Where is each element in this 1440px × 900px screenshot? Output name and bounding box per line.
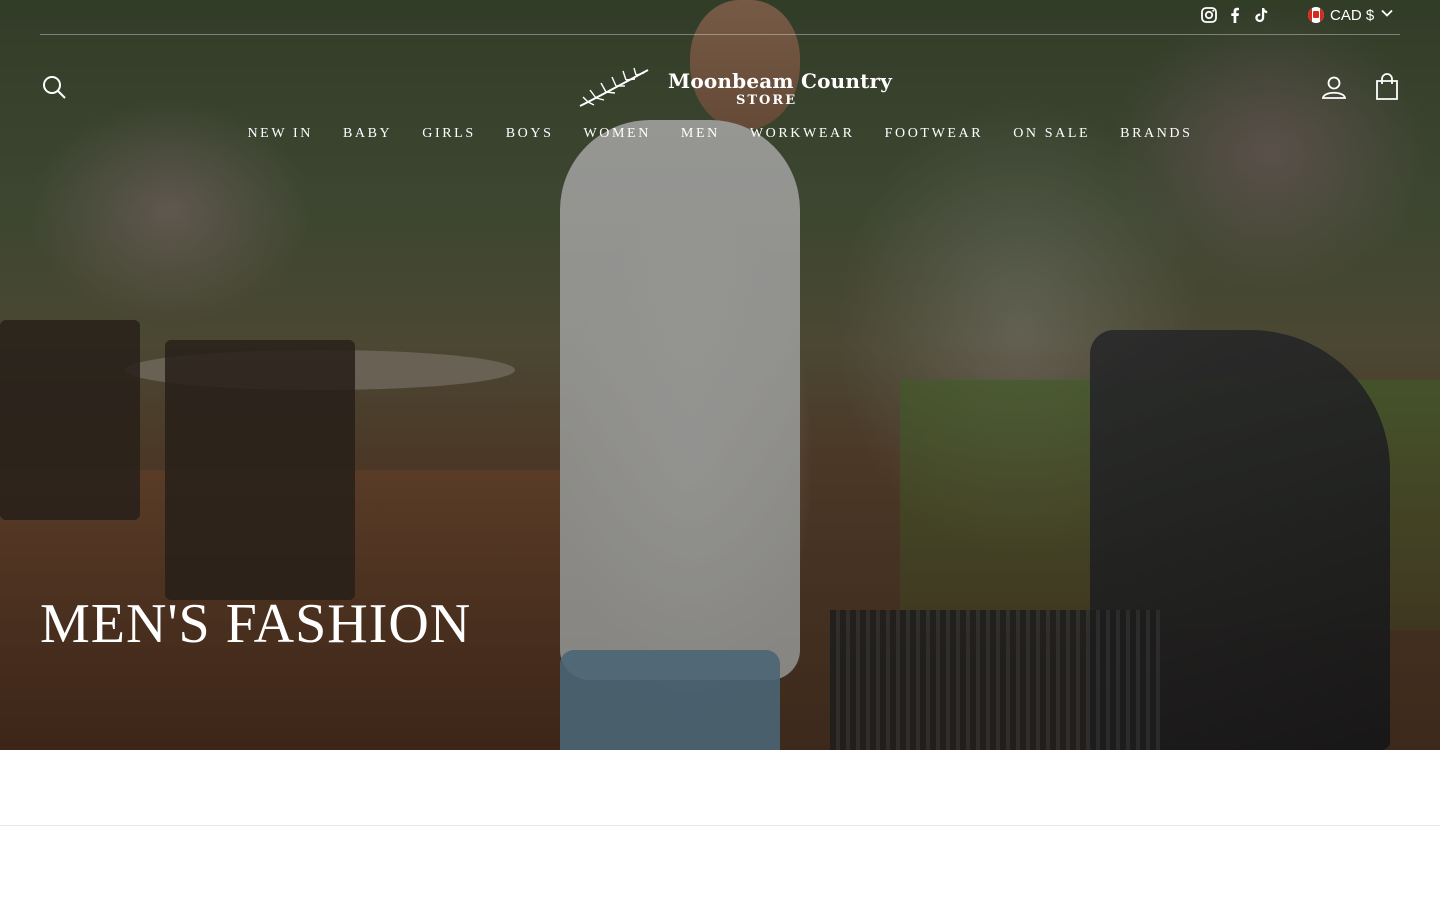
currency-selector[interactable]: CAD $ (1308, 6, 1394, 24)
currency-label: CAD $ (1330, 6, 1375, 24)
logo-line-2: STORE (736, 93, 798, 108)
tiktok-icon[interactable] (1252, 6, 1270, 24)
nav-item-brands[interactable]: BRANDS (1105, 124, 1207, 144)
nav-item-women[interactable]: WOMEN (568, 124, 665, 144)
nav-item-boys[interactable]: BOYS (491, 124, 569, 144)
social-links (1200, 6, 1270, 24)
nav-item-baby[interactable]: BABY (328, 124, 407, 144)
nav-item-workwear[interactable]: WORKWEAR (735, 124, 870, 144)
logo-line-1: Moonbeam Country (668, 69, 893, 93)
chevron-down-icon (1380, 6, 1394, 24)
cart-button[interactable] (1374, 73, 1400, 106)
section-divider (0, 825, 1440, 826)
search-icon (41, 76, 67, 104)
instagram-icon[interactable] (1200, 6, 1218, 24)
account-button[interactable] (1321, 74, 1347, 105)
store-logo[interactable]: Moonbeam Country STORE (576, 64, 892, 115)
nav-item-girls[interactable]: GIRLS (407, 124, 490, 144)
search-button[interactable] (41, 74, 67, 105)
nav-item-footwear[interactable]: FOOTWEAR (870, 124, 999, 144)
nav-item-new-in[interactable]: NEW IN (232, 124, 328, 144)
canada-flag-icon (1308, 7, 1324, 23)
nav-item-on-sale[interactable]: ON SALE (998, 124, 1105, 144)
top-utility-bar: CAD $ (40, 0, 1400, 35)
user-icon (1321, 76, 1347, 104)
nav-item-men[interactable]: MEN (666, 124, 735, 144)
main-navigation: NEW IN BABY GIRLS BOYS WOMEN MEN WORKWEA… (0, 124, 1440, 144)
leaf-branch-icon (576, 66, 652, 115)
facebook-icon[interactable] (1226, 6, 1244, 24)
bag-icon (1374, 73, 1400, 105)
hero-title: MEN'S FASHION (40, 593, 472, 655)
